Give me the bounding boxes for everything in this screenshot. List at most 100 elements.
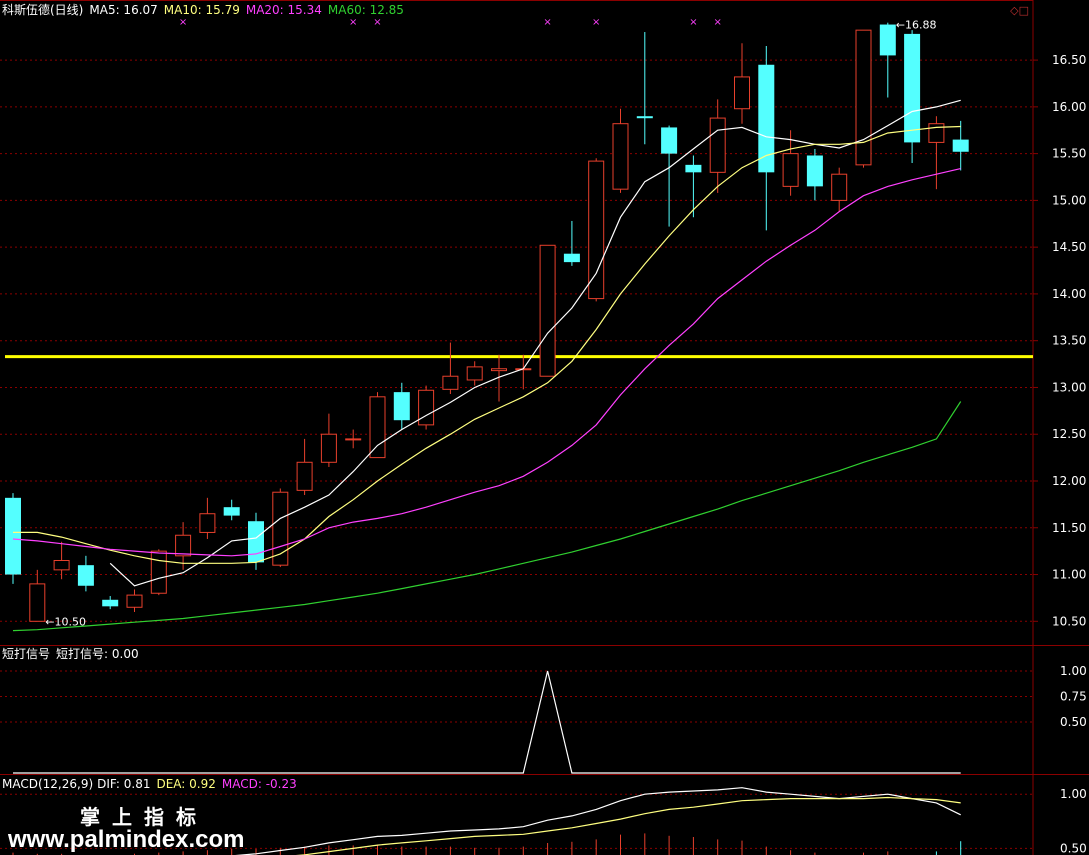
candle [539,244,556,377]
candle [515,354,532,390]
candle-body [563,253,580,263]
candle [150,549,167,596]
candle [320,413,337,467]
extreme-label: ←16.88 [896,19,937,32]
macd-tick-label: 0.50 [1060,841,1087,855]
price-tick-label: 12.50 [1052,427,1086,441]
price-tick-label: 12.00 [1052,474,1086,488]
signal-tick-label: 0.50 [1060,715,1087,729]
candle-body [418,389,435,426]
price-tick-label: 15.50 [1052,147,1086,161]
signal-marker: × [373,17,381,28]
candle [636,32,653,145]
candle-body [491,368,507,372]
signal-panel-header: 短打信号 短打信号: 0.00 [2,647,145,661]
candle [418,385,435,430]
candle-body [806,155,823,187]
candle [77,555,94,592]
signal-marker: × [689,17,697,28]
candle-body [904,33,921,143]
candle-body [466,366,483,381]
candle [734,43,750,124]
candle [855,29,872,168]
candle [199,497,216,539]
watermark: 掌上指标 www.palmindex.com [0,793,290,855]
candle [466,361,483,386]
candle-body [758,64,775,173]
signal-title: 短打信号 [2,647,51,661]
candle [442,342,459,395]
candle [248,512,264,570]
candle-body [150,550,167,594]
candle-body [442,375,459,390]
ma10-readout: MA10: 15.79 [163,3,240,17]
price-tick-label: 16.00 [1052,100,1086,114]
candle-body [369,396,386,459]
candle-body [612,123,629,190]
candle-body [296,461,313,491]
ma-line-ma60 [12,401,962,632]
candle-body [345,438,362,441]
candle-body [102,599,119,607]
candle [879,22,896,98]
macd-tick-label: 1.00 [1060,787,1087,801]
candle [369,392,386,459]
candle-body [320,433,337,463]
price-tick-label: 11.50 [1052,521,1086,535]
candle-body [588,160,605,300]
candle-body [223,507,240,516]
candle [685,155,702,218]
candle-body [855,29,872,166]
price-tick-label: 13.50 [1052,334,1086,348]
candle-body [636,116,653,119]
candle [296,438,313,496]
signal-marker: × [543,17,551,28]
dif-readout: DIF: 0.81 [97,777,151,791]
watermark-url: www.palmindex.com [8,826,245,853]
candle [952,120,969,171]
signal-marker: × [714,17,722,28]
candle [904,30,921,163]
signal-tick-label: 0.75 [1060,690,1087,704]
price-tick-label: 11.00 [1052,568,1086,582]
price-tick-label: 13.00 [1052,380,1086,394]
macd-title: MACD(12,26,9) [2,777,94,791]
price-tick-label: 15.00 [1052,193,1086,207]
diamond-icon[interactable]: ◇□ [1010,4,1029,17]
candle-body [709,117,726,173]
candle-body [248,521,264,563]
candle [223,499,240,521]
candle-body [831,173,848,201]
dea-readout: DEA: 0.92 [156,777,216,791]
candle [831,167,848,212]
candle [758,46,775,231]
price-tick-label: 14.00 [1052,287,1086,301]
candle-body [199,513,216,533]
candle-body [5,497,21,575]
candle-body [175,534,192,557]
candle [612,108,629,193]
candle-body [126,594,143,608]
ma-line-ma20 [12,168,961,557]
chart-stage: 10.50 11.00 11.50 12.00 12.50 13.00 13.50 14.00… [0,0,1089,855]
main-chart-header: 科斯伍德(日线) MA5: 16.07 MA10: 15.79 MA20: 15.34… [2,3,410,17]
extreme-label: ←10.50 [45,615,86,628]
candle [563,220,580,266]
candle [806,148,823,201]
candle [709,99,726,193]
candle [345,429,362,449]
candle-body [539,244,556,377]
candle-body [952,139,969,152]
candle-body [53,559,70,571]
ma60-readout: MA60: 12.85 [327,3,404,17]
price-tick-label: 10.50 [1052,614,1086,628]
ma-line-ma10 [13,125,961,564]
candle [126,589,143,612]
candle-body [928,123,945,143]
candle-body [782,153,799,187]
candle-body [685,164,702,173]
candle-body [393,392,410,421]
candle-body [661,127,678,154]
macd-readout: MACD: -0.23 [221,777,297,791]
candle [102,596,119,610]
